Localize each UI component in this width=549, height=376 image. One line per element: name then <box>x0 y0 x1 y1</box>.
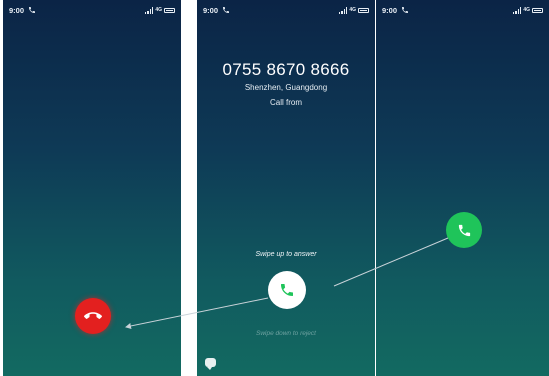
status-bar: 9:00 4G <box>3 0 181 20</box>
phone-small-icon <box>222 6 230 14</box>
battery-icon <box>358 7 369 13</box>
message-icon[interactable] <box>205 358 216 370</box>
status-indicators: 4G <box>338 6 369 14</box>
phone-screen-incoming: 9:00 4G 0755 8670 8666 Shenzhen, Guangdo… <box>197 0 375 376</box>
answer-call-button-active[interactable] <box>446 212 482 248</box>
signal-icon <box>144 6 154 14</box>
battery-icon <box>532 7 543 13</box>
signal-icon <box>338 6 348 14</box>
signal-icon <box>512 6 522 14</box>
phone-small-icon <box>28 6 36 14</box>
status-bar: 9:00 4G <box>376 0 549 20</box>
phone-small-icon <box>401 6 409 14</box>
swipe-down-hint: Swipe down to reject <box>256 330 316 337</box>
caller-number: 0755 8670 8666 <box>222 60 350 79</box>
swipe-up-hint: Swipe up to answer <box>255 251 317 258</box>
phone-screen-answer: 9:00 4G <box>376 0 549 376</box>
call-from-label: Call from <box>269 98 302 107</box>
status-indicators: 4G <box>144 6 175 14</box>
decline-call-button[interactable] <box>75 298 111 334</box>
battery-icon <box>164 7 175 13</box>
status-time: 9:00 <box>9 5 25 15</box>
caller-location: Shenzhen, Guangdong <box>244 83 328 92</box>
network-icon: 4G <box>155 7 162 13</box>
answer-call-button[interactable] <box>268 271 306 309</box>
status-time: 9:00 <box>203 5 219 15</box>
phone-answer-icon <box>279 282 295 298</box>
phone-hangup-icon <box>84 307 102 325</box>
phone-answer-icon <box>457 223 472 238</box>
status-bar: 9:00 4G <box>197 0 375 20</box>
network-icon: 4G <box>523 7 530 13</box>
status-indicators: 4G <box>512 6 543 14</box>
status-time: 9:00 <box>382 5 398 15</box>
network-icon: 4G <box>349 7 356 13</box>
